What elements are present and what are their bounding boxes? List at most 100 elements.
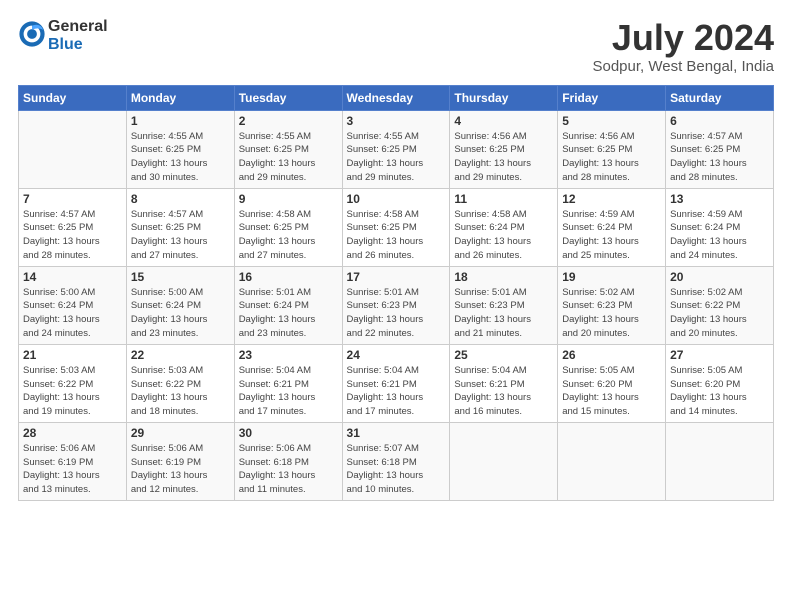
calendar-cell: 7 Sunrise: 4:57 AM Sunset: 6:25 PM Daylig… xyxy=(19,188,127,266)
day-info: Sunrise: 5:05 AM Sunset: 6:20 PM Dayligh… xyxy=(562,364,661,419)
day-number: 14 xyxy=(23,270,122,284)
calendar-header-thursday: Thursday xyxy=(450,85,558,110)
day-number: 18 xyxy=(454,270,553,284)
day-number: 23 xyxy=(239,348,338,362)
calendar-cell: 17Sunrise: 5:01 AM Sunset: 6:23 PM Dayli… xyxy=(342,266,450,344)
calendar-cell: 24Sunrise: 5:04 AM Sunset: 6:21 PM Dayli… xyxy=(342,344,450,422)
day-info: Sunrise: 5:03 AM Sunset: 6:22 PM Dayligh… xyxy=(131,364,230,419)
day-number: 30 xyxy=(239,426,338,440)
day-number: 16 xyxy=(239,270,338,284)
day-info: Sunrise: 5:03 AM Sunset: 6:22 PM Dayligh… xyxy=(23,364,122,419)
day-number: 5 xyxy=(562,114,661,128)
calendar-cell: 3 Sunrise: 4:55 AM Sunset: 6:25 PM Daylig… xyxy=(342,110,450,188)
day-info: Sunrise: 5:01 AM Sunset: 6:23 PM Dayligh… xyxy=(454,286,553,341)
calendar-cell: 22 Sunrise: 5:03 AM Sunset: 6:22 PM Dayli… xyxy=(126,344,234,422)
day-info: Sunrise: 5:04 AM Sunset: 6:21 PM Dayligh… xyxy=(347,364,446,419)
calendar-cell: 19 Sunrise: 5:02 AM Sunset: 6:23 PM Dayli… xyxy=(558,266,666,344)
page-container: General Blue July 2024 Sodpur, West Beng… xyxy=(0,0,792,612)
day-number: 2 xyxy=(239,114,338,128)
logo-icon xyxy=(18,20,46,48)
day-number: 12 xyxy=(562,192,661,206)
day-number: 25 xyxy=(454,348,553,362)
logo: General Blue xyxy=(18,18,108,53)
calendar-cell: 2 Sunrise: 4:55 AM Sunset: 6:25 PM Daylig… xyxy=(234,110,342,188)
calendar-cell: 28 Sunrise: 5:06 AM Sunset: 6:19 PM Dayli… xyxy=(19,422,127,500)
calendar-cell: 12 Sunrise: 4:59 AM Sunset: 6:24 PM Dayli… xyxy=(558,188,666,266)
calendar-cell: 21 Sunrise: 5:03 AM Sunset: 6:22 PM Dayli… xyxy=(19,344,127,422)
title-block: July 2024 Sodpur, West Bengal, India xyxy=(592,18,774,75)
calendar-cell: 4 Sunrise: 4:56 AM Sunset: 6:25 PM Daylig… xyxy=(450,110,558,188)
day-info: Sunrise: 5:07 AM Sunset: 6:18 PM Dayligh… xyxy=(347,442,446,497)
day-info: Sunrise: 4:58 AM Sunset: 6:25 PM Dayligh… xyxy=(239,208,338,263)
day-info: Sunrise: 5:05 AM Sunset: 6:20 PM Dayligh… xyxy=(670,364,769,419)
calendar-cell: 23 Sunrise: 5:04 AM Sunset: 6:21 PM Dayli… xyxy=(234,344,342,422)
day-number: 4 xyxy=(454,114,553,128)
calendar-cell xyxy=(19,110,127,188)
day-number: 22 xyxy=(131,348,230,362)
calendar-week-row: 21 Sunrise: 5:03 AM Sunset: 6:22 PM Dayli… xyxy=(19,344,774,422)
day-number: 7 xyxy=(23,192,122,206)
day-info: Sunrise: 5:00 AM Sunset: 6:24 PM Dayligh… xyxy=(23,286,122,341)
logo-text: General Blue xyxy=(48,18,108,53)
day-info: Sunrise: 5:06 AM Sunset: 6:19 PM Dayligh… xyxy=(23,442,122,497)
calendar-cell: 14 Sunrise: 5:00 AM Sunset: 6:24 PM Dayli… xyxy=(19,266,127,344)
day-number: 26 xyxy=(562,348,661,362)
day-info: Sunrise: 5:06 AM Sunset: 6:19 PM Dayligh… xyxy=(131,442,230,497)
calendar-week-row: 1 Sunrise: 4:55 AM Sunset: 6:25 PM Daylig… xyxy=(19,110,774,188)
day-info: Sunrise: 5:01 AM Sunset: 6:24 PM Dayligh… xyxy=(239,286,338,341)
calendar-header-saturday: Saturday xyxy=(666,85,774,110)
day-info: Sunrise: 4:56 AM Sunset: 6:25 PM Dayligh… xyxy=(454,130,553,185)
calendar-week-row: 28 Sunrise: 5:06 AM Sunset: 6:19 PM Dayli… xyxy=(19,422,774,500)
day-number: 11 xyxy=(454,192,553,206)
calendar-table: SundayMondayTuesdayWednesdayThursdayFrid… xyxy=(18,85,774,501)
day-number: 28 xyxy=(23,426,122,440)
calendar-week-row: 7 Sunrise: 4:57 AM Sunset: 6:25 PM Daylig… xyxy=(19,188,774,266)
calendar-cell: 30 Sunrise: 5:06 AM Sunset: 6:18 PM Dayli… xyxy=(234,422,342,500)
calendar-cell: 20Sunrise: 5:02 AM Sunset: 6:22 PM Dayli… xyxy=(666,266,774,344)
calendar-cell: 31 Sunrise: 5:07 AM Sunset: 6:18 PM Dayli… xyxy=(342,422,450,500)
calendar-header-row: SundayMondayTuesdayWednesdayThursdayFrid… xyxy=(19,85,774,110)
day-number: 1 xyxy=(131,114,230,128)
day-info: Sunrise: 4:59 AM Sunset: 6:24 PM Dayligh… xyxy=(670,208,769,263)
day-number: 10 xyxy=(347,192,446,206)
day-info: Sunrise: 4:58 AM Sunset: 6:25 PM Dayligh… xyxy=(347,208,446,263)
day-number: 20 xyxy=(670,270,769,284)
day-info: Sunrise: 5:06 AM Sunset: 6:18 PM Dayligh… xyxy=(239,442,338,497)
day-info: Sunrise: 5:04 AM Sunset: 6:21 PM Dayligh… xyxy=(454,364,553,419)
day-number: 13 xyxy=(670,192,769,206)
day-number: 3 xyxy=(347,114,446,128)
day-number: 27 xyxy=(670,348,769,362)
calendar-header-wednesday: Wednesday xyxy=(342,85,450,110)
day-number: 6 xyxy=(670,114,769,128)
day-number: 29 xyxy=(131,426,230,440)
calendar-cell: 1Sunrise: 4:55 AM Sunset: 6:25 PM Daylig… xyxy=(126,110,234,188)
calendar-cell: 18 Sunrise: 5:01 AM Sunset: 6:23 PM Dayli… xyxy=(450,266,558,344)
page-header: General Blue July 2024 Sodpur, West Beng… xyxy=(18,18,774,75)
day-info: Sunrise: 5:02 AM Sunset: 6:23 PM Dayligh… xyxy=(562,286,661,341)
calendar-cell: 29 Sunrise: 5:06 AM Sunset: 6:19 PM Dayli… xyxy=(126,422,234,500)
calendar-cell: 13 Sunrise: 4:59 AM Sunset: 6:24 PM Dayli… xyxy=(666,188,774,266)
calendar-cell xyxy=(558,422,666,500)
day-number: 19 xyxy=(562,270,661,284)
day-number: 8 xyxy=(131,192,230,206)
calendar-cell: 5Sunrise: 4:56 AM Sunset: 6:25 PM Daylig… xyxy=(558,110,666,188)
day-info: Sunrise: 4:59 AM Sunset: 6:24 PM Dayligh… xyxy=(562,208,661,263)
day-info: Sunrise: 4:57 AM Sunset: 6:25 PM Dayligh… xyxy=(131,208,230,263)
calendar-cell xyxy=(450,422,558,500)
day-info: Sunrise: 4:55 AM Sunset: 6:25 PM Dayligh… xyxy=(239,130,338,185)
day-info: Sunrise: 4:55 AM Sunset: 6:25 PM Dayligh… xyxy=(347,130,446,185)
day-info: Sunrise: 5:04 AM Sunset: 6:21 PM Dayligh… xyxy=(239,364,338,419)
day-info: Sunrise: 4:58 AM Sunset: 6:24 PM Dayligh… xyxy=(454,208,553,263)
calendar-header-monday: Monday xyxy=(126,85,234,110)
calendar-cell: 11 Sunrise: 4:58 AM Sunset: 6:24 PM Dayli… xyxy=(450,188,558,266)
calendar-header-tuesday: Tuesday xyxy=(234,85,342,110)
day-info: Sunrise: 4:57 AM Sunset: 6:25 PM Dayligh… xyxy=(23,208,122,263)
day-info: Sunrise: 5:00 AM Sunset: 6:24 PM Dayligh… xyxy=(131,286,230,341)
calendar-cell: 16 Sunrise: 5:01 AM Sunset: 6:24 PM Dayli… xyxy=(234,266,342,344)
day-number: 31 xyxy=(347,426,446,440)
calendar-week-row: 14 Sunrise: 5:00 AM Sunset: 6:24 PM Dayli… xyxy=(19,266,774,344)
calendar-cell: 8 Sunrise: 4:57 AM Sunset: 6:25 PM Daylig… xyxy=(126,188,234,266)
day-info: Sunrise: 4:57 AM Sunset: 6:25 PM Dayligh… xyxy=(670,130,769,185)
calendar-cell: 26 Sunrise: 5:05 AM Sunset: 6:20 PM Dayli… xyxy=(558,344,666,422)
day-number: 21 xyxy=(23,348,122,362)
